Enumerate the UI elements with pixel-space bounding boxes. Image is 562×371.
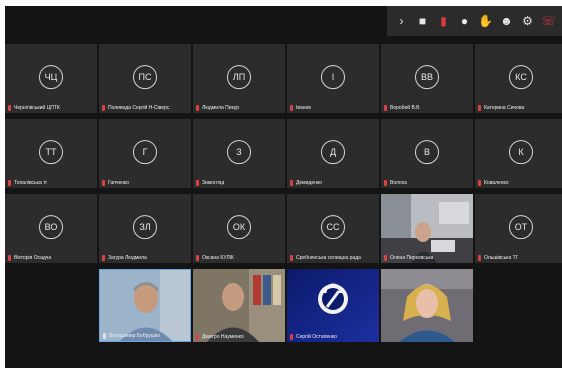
participant-grid: ЧЦ Чернігівський ЦПТК ПС Поливода Сергій… [5, 44, 562, 368]
participant-video-tile[interactable]: Дмитро Науменко [193, 269, 285, 342]
leave-icon[interactable]: ☏ [541, 14, 557, 28]
meeting-toolbar: › ■ ▮ ● ✋ ☻ ⚙ ☏ [387, 6, 562, 36]
participant-name: Дмитро Науменко [202, 334, 244, 340]
mic-muted-icon [8, 180, 11, 186]
settings-icon[interactable]: ⚙ [520, 14, 536, 28]
mic-muted-icon [8, 255, 11, 261]
participants-icon[interactable]: ☻ [499, 14, 515, 28]
participant-name: Сергій Остапенко [296, 334, 337, 340]
mic-muted-icon [196, 334, 199, 340]
participant-tile[interactable]: ТТ Топалівська тг [5, 119, 97, 188]
avatar: Г [133, 139, 157, 164]
participant-tile[interactable]: І Іванов [287, 44, 379, 113]
participant-name: Гапченко [108, 180, 130, 186]
avatar: І [321, 64, 345, 89]
participant-tile[interactable]: ВО Вікторія Осадча [5, 194, 97, 263]
participant-tile[interactable]: ЧЦ Чернігівський ЦПТК [5, 44, 97, 113]
participant-name: Коваленко [484, 180, 509, 186]
participant-tile[interactable]: К Коваленко [475, 119, 562, 188]
avatar: СС [321, 214, 345, 239]
avatar: З [227, 139, 251, 164]
participant-name: Іванов [296, 105, 311, 111]
participant-name: Волоха [390, 180, 407, 186]
participant-tile[interactable]: КС Катерина Сичова [475, 44, 562, 113]
participant-tile[interactable]: ОК Оксана КУЛІК [193, 194, 285, 263]
participant-name: Катерина Сичова [484, 105, 525, 111]
participant-tile[interactable]: ПС Поливода Сергій Н-Сіверс. [99, 44, 191, 113]
mic-muted-icon[interactable]: ▮ [436, 14, 452, 28]
avatar: ПС [133, 64, 157, 89]
avatar: ВО [39, 214, 63, 239]
participant-tile[interactable]: ЗЛ Загура Людмила [99, 194, 191, 263]
participant-name: Поливода Сергій Н-Сіверс. [108, 105, 171, 111]
avatar: ОК [227, 214, 251, 239]
participant-name: Загура Людмила [108, 255, 147, 261]
chevron-right-icon[interactable]: › [394, 14, 410, 28]
participant-name: Воробей В.В [390, 105, 420, 111]
avatar: ЛП [227, 64, 251, 89]
avatar: ВВ [415, 64, 439, 89]
participant-video-tile[interactable] [381, 269, 473, 342]
conference-window: › ■ ▮ ● ✋ ☻ ⚙ ☏ ЧЦ Чернігівський ЦПТК ПС… [5, 6, 562, 368]
participant-name: Вікторія Осадча [14, 255, 52, 261]
mic-muted-icon [8, 105, 11, 111]
participant-name: Людмила Пекур [202, 105, 239, 111]
participant-tile[interactable]: Г Гапченко [99, 119, 191, 188]
participant-tile[interactable]: Д Демиденко [287, 119, 379, 188]
mic-muted-icon [196, 105, 199, 111]
mic-muted-icon [384, 180, 387, 186]
participant-name: Олена Пирковська [390, 255, 434, 261]
participant-video [381, 269, 473, 342]
mic-muted-icon [384, 255, 387, 261]
participant-tile[interactable]: ВВ Воробей В.В [381, 44, 473, 113]
participant-tile[interactable]: ОТ Ольшівська ТГ [475, 194, 562, 263]
mic-muted-icon [290, 255, 293, 261]
avatar: К [509, 139, 533, 164]
mic-muted-icon [196, 255, 199, 261]
avatar: КС [509, 64, 533, 89]
chat-icon[interactable]: ● [457, 14, 473, 28]
participant-name: Демиденко [296, 180, 322, 186]
participant-video-tile[interactable]: Сергій Остапенко [287, 269, 379, 342]
avatar: ОТ [509, 214, 533, 239]
participant-name: Ольшівська ТГ [484, 255, 519, 261]
participant-name: Володимир Бобрушко [109, 333, 160, 339]
mic-muted-icon [478, 105, 481, 111]
video-icon[interactable]: ■ [415, 14, 431, 28]
participant-tile[interactable]: В Волоха [381, 119, 473, 188]
participant-name: Топалівська тг [14, 180, 48, 186]
participant-tile[interactable]: ЛП Людмила Пекур [193, 44, 285, 113]
participant-name: Оксана КУЛІК [202, 255, 234, 261]
mic-muted-icon [102, 180, 105, 186]
mic-muted-icon [384, 105, 387, 111]
participant-name: Зимогляд [202, 180, 225, 186]
mic-muted-icon [290, 334, 293, 340]
participant-name: Чернігівський ЦПТК [14, 105, 60, 111]
mic-muted-icon [478, 255, 481, 261]
avatar: Д [321, 139, 345, 164]
mic-icon [103, 333, 106, 339]
mic-muted-icon [102, 105, 105, 111]
mic-muted-icon [478, 180, 481, 186]
participant-video-tile[interactable]: Володимир Бобрушко [99, 269, 191, 342]
mic-muted-icon [290, 105, 293, 111]
avatar: ТТ [39, 139, 63, 164]
mic-muted-icon [102, 255, 105, 261]
avatar: ЗЛ [133, 214, 157, 239]
participant-tile[interactable]: СС Сребнянська селищна рада [287, 194, 379, 263]
participant-video-tile[interactable]: Олена Пирковська [381, 194, 473, 263]
avatar: В [415, 139, 439, 164]
raise-hand-icon[interactable]: ✋ [478, 14, 494, 28]
participant-name: Сребнянська селищна рада [296, 255, 361, 261]
avatar: ЧЦ [39, 64, 63, 89]
mic-muted-icon [196, 180, 199, 186]
participant-tile[interactable]: З Зимогляд [193, 119, 285, 188]
mic-muted-icon [290, 180, 293, 186]
